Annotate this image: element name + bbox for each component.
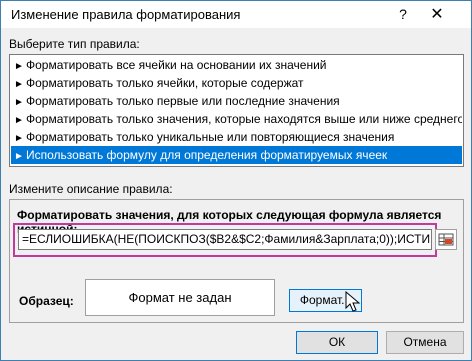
rule-description-panel: Форматировать значения, для которых след… <box>9 199 464 323</box>
rule-type-item-label: Форматировать только значения, которые н… <box>26 112 462 126</box>
rule-type-item[interactable]: ► Форматировать только значения, которые … <box>11 110 462 128</box>
arrow-right-icon: ► <box>14 151 24 162</box>
ok-button[interactable]: ОК <box>296 331 378 354</box>
arrow-right-icon: ► <box>14 133 24 144</box>
help-button[interactable]: ? <box>387 1 419 28</box>
rule-type-item-label: Форматировать только уникальные или повт… <box>26 130 395 144</box>
rule-type-item[interactable]: ► Форматировать только ячейки, которые со… <box>11 74 462 92</box>
formula-input[interactable]: =ЕСЛИОШИБКА(НЕ(ПОИСКПОЗ($B2&$C2;Фамилия&… <box>18 229 432 250</box>
arrow-right-icon: ► <box>14 115 24 126</box>
arrow-right-icon: ► <box>14 79 24 90</box>
close-button[interactable]: ✕ <box>421 1 453 28</box>
range-select-button[interactable] <box>435 229 457 250</box>
edit-formatting-rule-dialog: Изменение правила форматирования ? ✕ Выб… <box>0 0 472 361</box>
format-preview: Формат не задан <box>85 279 275 316</box>
rule-type-item[interactable]: ► Форматировать только уникальные или пов… <box>11 128 462 146</box>
rule-type-item-label: Форматировать все ячейки на основании их… <box>26 58 327 72</box>
rule-type-item-selected[interactable]: ► Использовать формулу для определения фо… <box>11 146 462 164</box>
window-title: Изменение правила форматирования <box>11 7 241 22</box>
rule-type-heading: Выберите тип правила: <box>9 37 140 51</box>
title-bar: Изменение правила форматирования ? ✕ <box>1 1 471 28</box>
rule-description-heading: Измените описание правила: <box>9 182 173 196</box>
range-select-icon <box>438 233 454 246</box>
rule-type-item[interactable]: ► Форматировать все ячейки на основании и… <box>11 56 462 74</box>
rule-type-item-label: Использовать формулу для определения фор… <box>26 148 388 162</box>
rule-type-item[interactable]: ► Форматировать только первые или последн… <box>11 92 462 110</box>
rule-type-list[interactable]: ► Форматировать все ячейки на основании и… <box>9 54 464 167</box>
arrow-right-icon: ► <box>14 97 24 108</box>
arrow-right-icon: ► <box>14 61 24 72</box>
cancel-button[interactable]: Отмена <box>386 331 464 354</box>
rule-type-item-label: Форматировать только первые или последни… <box>26 94 340 108</box>
sample-label: Образец: <box>19 294 74 308</box>
rule-type-item-label: Форматировать только ячейки, которые сод… <box>26 76 304 90</box>
mouse-cursor-icon <box>345 291 361 312</box>
